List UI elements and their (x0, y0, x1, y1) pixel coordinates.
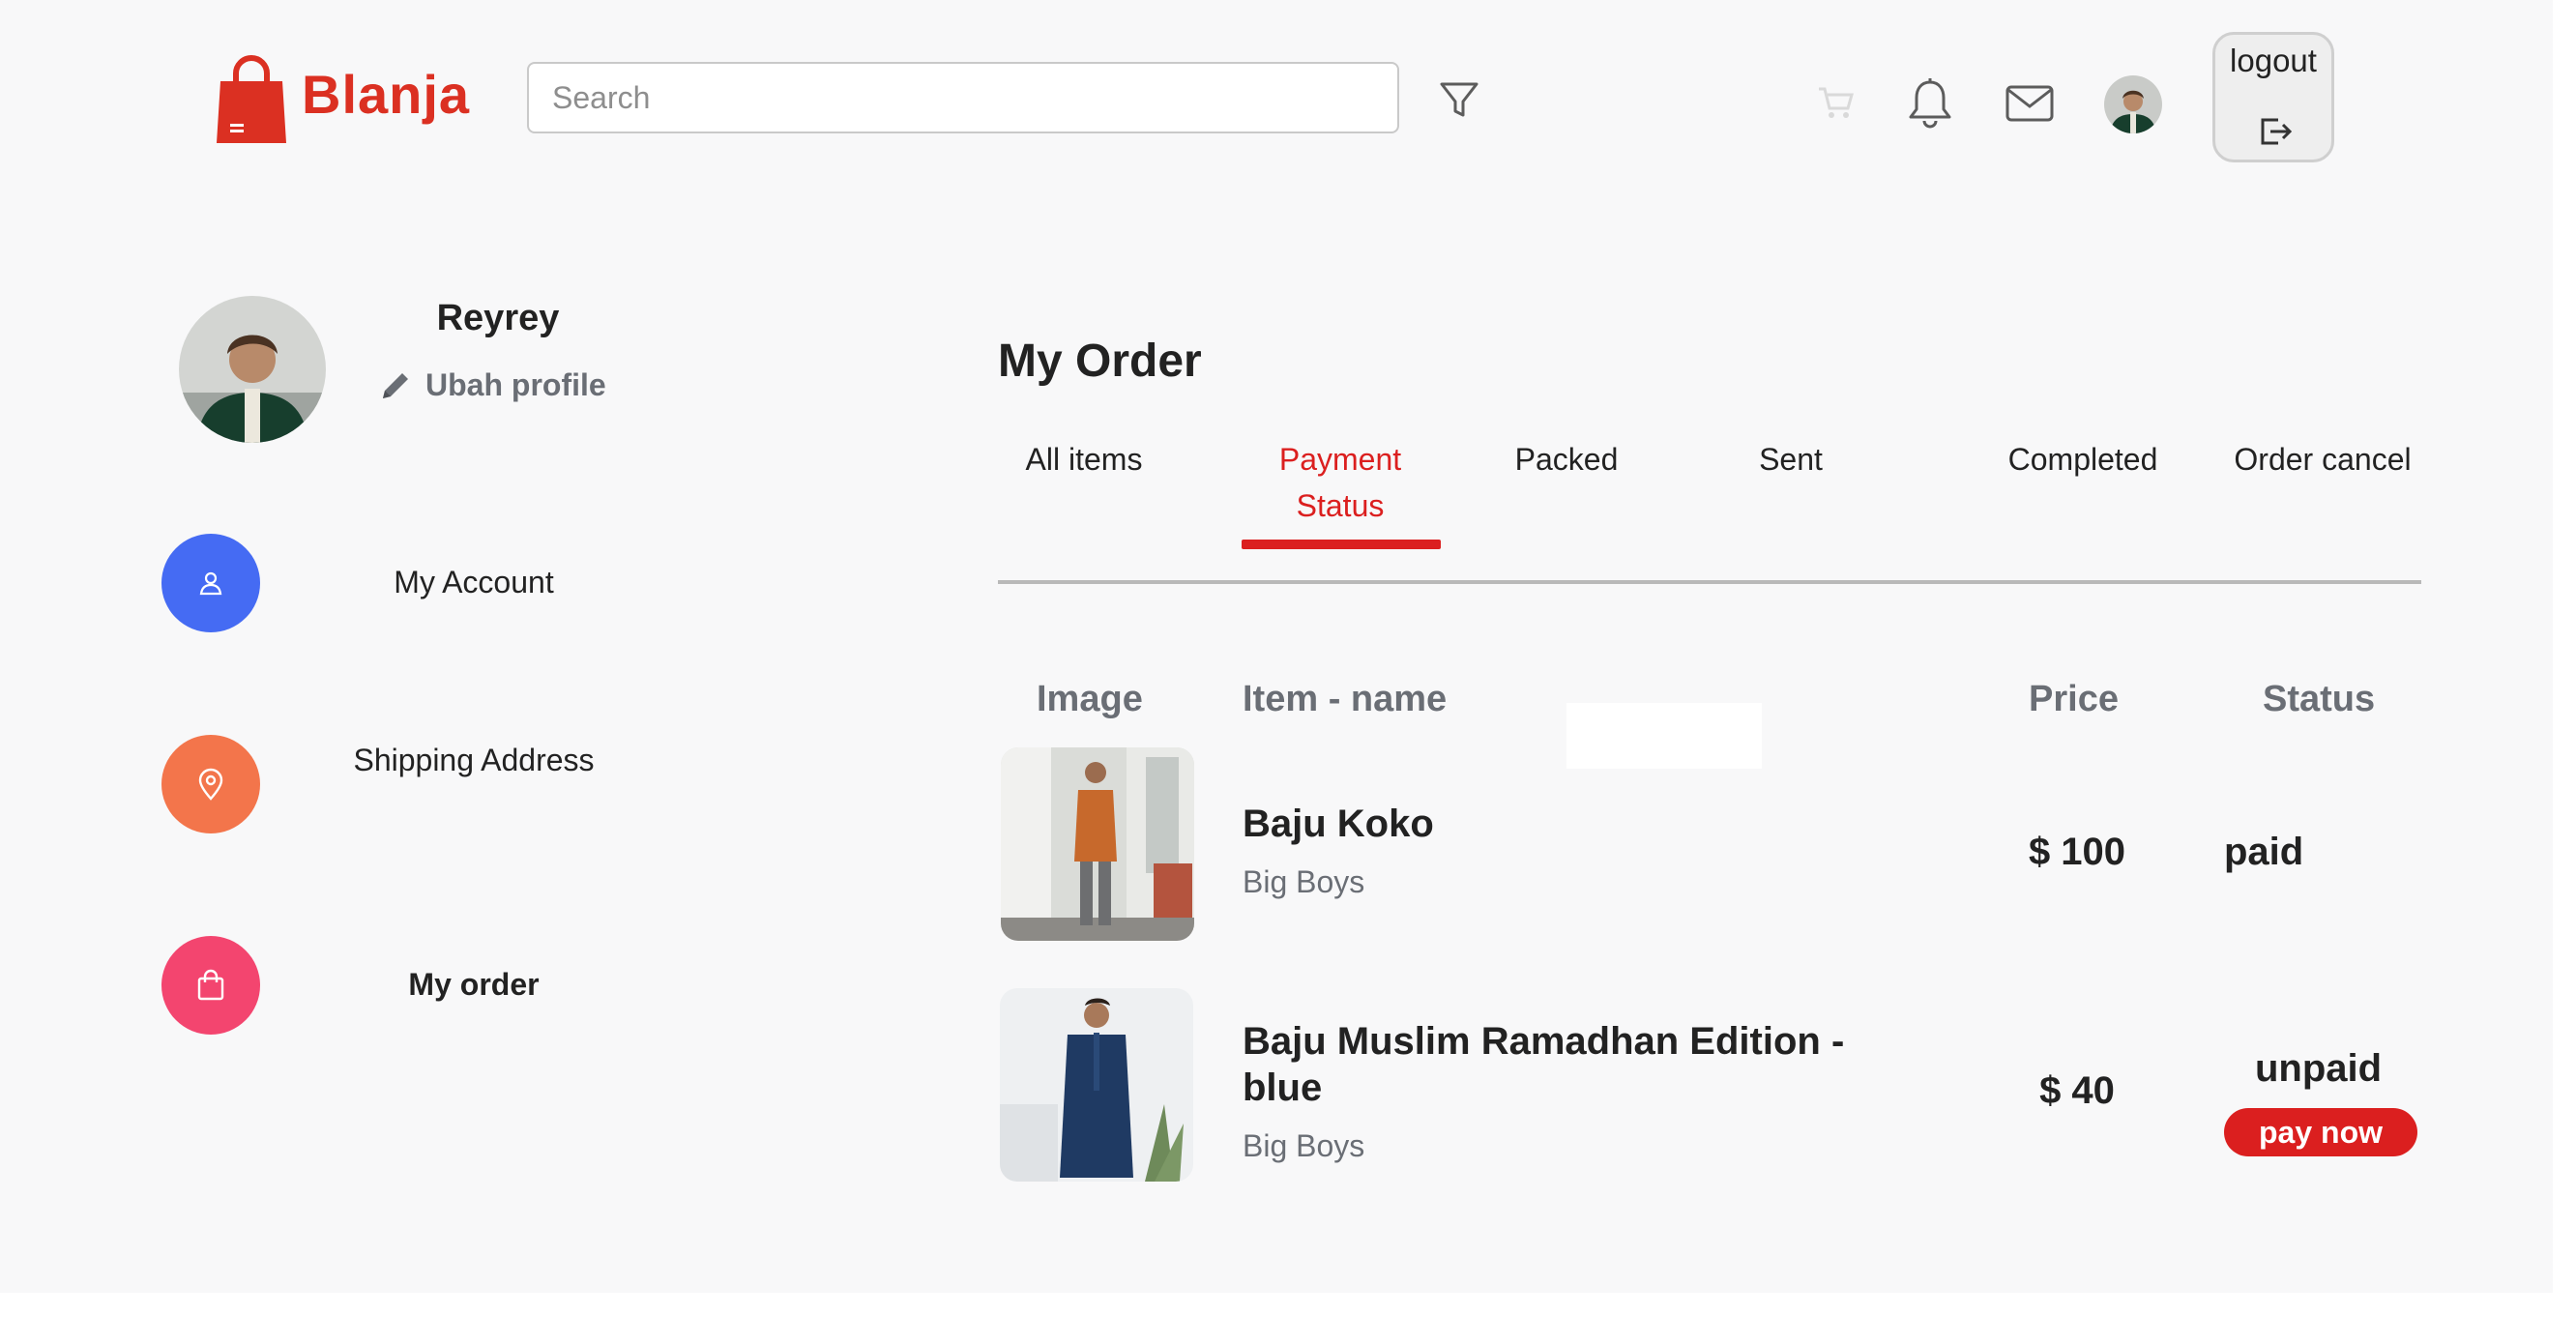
user-icon[interactable] (161, 534, 260, 632)
search-input[interactable] (527, 62, 1399, 133)
edit-profile-label: Ubah profile (425, 367, 606, 402)
pencil-icon (379, 369, 412, 402)
cart-icon[interactable] (1814, 83, 1859, 122)
logout-icon (2257, 114, 2296, 149)
order-status: paid (2224, 831, 2304, 873)
logout-label: logout (2230, 43, 2317, 78)
page-title: My Order (998, 336, 1202, 387)
active-tab-indicator (1242, 540, 1441, 549)
sidebar-item-shipping-address[interactable]: Shipping Address (348, 737, 600, 783)
product-image[interactable] (1000, 988, 1193, 1182)
sidebar-item-my-order[interactable]: My order (348, 961, 600, 1008)
tab-packed[interactable]: Packed (1470, 436, 1663, 482)
column-header-image: Image (1037, 679, 1143, 719)
order-status: unpaid (2255, 1047, 2383, 1090)
product-image[interactable] (1001, 747, 1194, 941)
column-header-item-name: Item - name (1243, 679, 1448, 719)
profile-name: Reyrey (436, 298, 560, 338)
tab-completed[interactable]: Completed (1986, 436, 2180, 482)
user-avatar[interactable] (2104, 75, 2162, 133)
shopping-bag-icon[interactable] (161, 936, 260, 1035)
map-pin-icon[interactable] (161, 735, 260, 833)
pay-now-button[interactable]: pay now (2224, 1108, 2417, 1156)
blank-patch (1566, 703, 1762, 769)
shopping-bag-icon[interactable] (215, 50, 288, 147)
profile-avatar (179, 296, 326, 443)
tabs-divider (998, 580, 2421, 584)
brand-name[interactable]: Blanja (302, 60, 470, 130)
tab-payment-status[interactable]: Payment Status (1244, 436, 1437, 529)
column-header-price: Price (2029, 679, 2119, 719)
order-item-brand: Big Boys (1243, 1128, 1365, 1163)
order-item-price: $ 100 (2028, 831, 2126, 873)
tab-all-items[interactable]: All items (987, 436, 1181, 482)
order-item-price: $ 40 (2039, 1069, 2115, 1112)
column-header-status: Status (2263, 679, 2376, 719)
sidebar-item-my-account[interactable]: My Account (348, 559, 600, 605)
bell-icon[interactable] (1903, 75, 1957, 130)
tab-sent[interactable]: Sent (1694, 436, 1888, 482)
mail-icon[interactable] (2002, 79, 2058, 128)
filter-icon[interactable] (1435, 75, 1483, 124)
edit-profile-link[interactable]: Ubah profile (379, 367, 606, 403)
tab-order-cancel[interactable]: Order cancel (2226, 436, 2419, 482)
logout-button[interactable]: logout (2212, 32, 2334, 162)
order-item-name[interactable]: Baju Koko (1243, 801, 1919, 847)
order-item-name[interactable]: Baju Muslim Ramadhan Edition - blue (1243, 1018, 1919, 1111)
order-item-brand: Big Boys (1243, 864, 1365, 899)
